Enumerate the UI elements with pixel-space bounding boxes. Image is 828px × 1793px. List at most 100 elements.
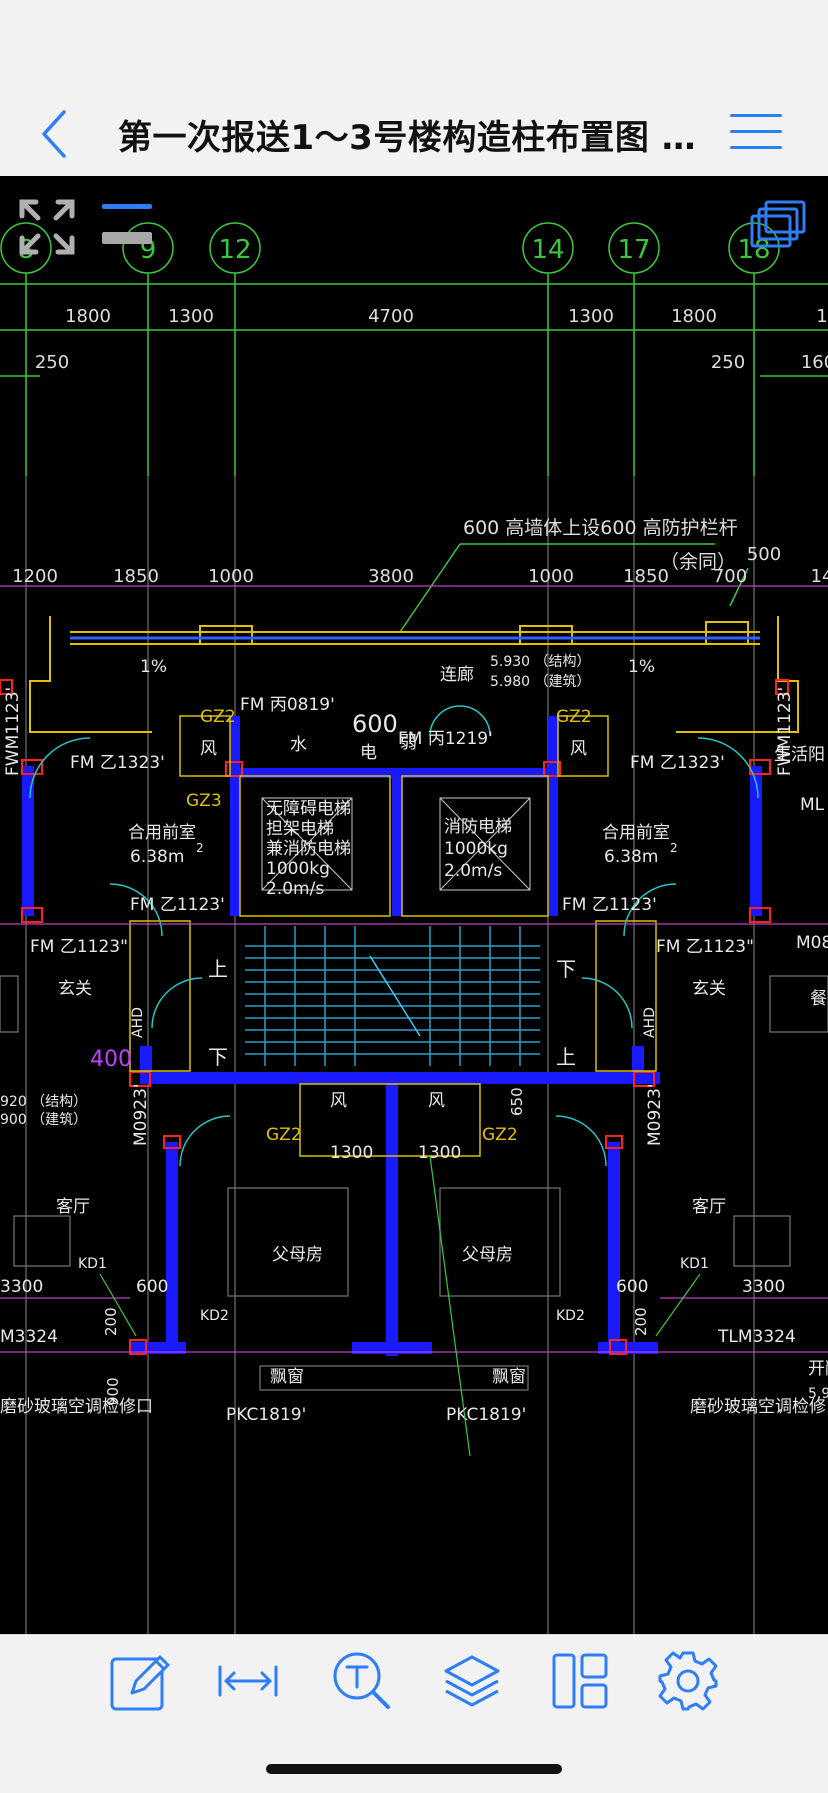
- door-label: FM 乙1123': [130, 895, 225, 915]
- dimension-text: 1300: [168, 306, 214, 327]
- tag-label: KD2: [556, 1308, 585, 1324]
- rail-note: 600 高墙体上设600 高防护栏杆: [463, 517, 738, 539]
- door-label: FWM1123': [3, 687, 23, 776]
- hamburger-menu-icon: [730, 114, 782, 117]
- window-label: TLM3324: [717, 1327, 796, 1347]
- room-name: 合用前室: [602, 823, 670, 843]
- dimension-text: 1300: [568, 306, 614, 327]
- dimension-text: 14: [811, 566, 828, 587]
- elevator-text: 2.0m/s: [444, 861, 502, 881]
- shaft-label: 弱: [400, 733, 417, 753]
- room-name: 合用前室: [128, 823, 196, 843]
- stacked-pages-icon: [750, 200, 806, 248]
- elevation-struct: 920 （结构）: [0, 1094, 87, 1110]
- column-label: GZ2: [556, 707, 592, 727]
- dimension-text: 1000: [528, 566, 574, 587]
- stair-label: 下: [208, 1045, 228, 1069]
- window-label: PKC1819': [446, 1405, 526, 1425]
- note-text: 开敞: [808, 1359, 828, 1379]
- settings-gear-icon: [658, 1651, 718, 1711]
- shaft-label: 风: [428, 1091, 445, 1111]
- room-area: 6.38m: [604, 847, 658, 867]
- tag-label: KD1: [78, 1256, 107, 1272]
- stair-label: 上: [556, 1045, 576, 1069]
- measure-distance-icon: [218, 1665, 278, 1697]
- tag-label: KD1: [680, 1256, 709, 1272]
- tag-label: KD2: [200, 1308, 229, 1324]
- dimension-text: 1200: [12, 566, 58, 587]
- column-label: GZ2: [200, 707, 236, 727]
- room-name: 客厅: [56, 1197, 90, 1217]
- dim-label: 400: [90, 1047, 132, 1072]
- room-name: 父母房: [462, 1245, 513, 1265]
- slope-label: 1%: [140, 657, 167, 677]
- dim-label: 1300: [330, 1143, 373, 1163]
- settings-button[interactable]: [656, 1649, 720, 1713]
- edit-pencil-icon: [110, 1655, 170, 1711]
- slope-label: 1%: [628, 657, 655, 677]
- dimension-text: 1850: [623, 566, 669, 587]
- room-area: 6.38m: [130, 847, 184, 867]
- chevron-left-icon: [42, 110, 66, 158]
- cad-drawing-canvas[interactable]: 8 9 12 14 17 18 1800 1300 4700 1300 1800…: [0, 176, 828, 1634]
- stair-label: 上: [208, 957, 228, 981]
- dimension-text: 1000: [208, 566, 254, 587]
- layers-button[interactable]: [440, 1649, 504, 1713]
- top-navigation-bar: 第一次报送1～3号楼构造柱布置图 -...: [0, 0, 828, 176]
- expand-arrows-icon: [19, 199, 75, 255]
- room-name: 飘窗: [270, 1367, 304, 1387]
- shaft-label: 风: [200, 739, 217, 759]
- column-label: GZ2: [266, 1125, 302, 1145]
- edit-tool-button[interactable]: [108, 1649, 172, 1713]
- dimension-text: 1800: [671, 306, 717, 327]
- window-label: PKC1819': [226, 1405, 306, 1425]
- axis-label: 12: [218, 235, 251, 265]
- drawing-title: 第一次报送1～3号楼构造柱布置图 -...: [118, 118, 708, 158]
- room-name: 玄关: [58, 979, 92, 999]
- elevator-text: 2.0m/s: [266, 879, 324, 899]
- menu-button[interactable]: [730, 112, 782, 152]
- fullscreen-button[interactable]: [14, 194, 80, 260]
- layers-icon: [444, 1655, 500, 1707]
- floor-plan-drawing: 8 9 12 14 17 18 1800 1300 4700 1300 1800…: [0, 222, 828, 1634]
- dimension-text: 500: [747, 544, 781, 565]
- axis-label: 14: [531, 235, 564, 265]
- layouts-button[interactable]: [750, 200, 808, 252]
- dim-label: 200: [632, 1307, 650, 1336]
- room-name: ML: [800, 795, 825, 815]
- dimension-text: 1800: [65, 306, 111, 327]
- layout-button[interactable]: [548, 1649, 612, 1713]
- room-name: 餐: [810, 989, 827, 1009]
- elevation-text: 5.9: [808, 1386, 828, 1402]
- shaft-label: 风: [330, 1091, 347, 1111]
- elevator-text: 无障碍电梯: [266, 799, 351, 819]
- door-label: M0923': [131, 1083, 151, 1146]
- room-area-sup: 2: [670, 841, 678, 855]
- room-name: M08: [796, 933, 828, 953]
- stair-label: 下: [556, 957, 576, 981]
- elevator-text: 1000kg: [266, 859, 330, 879]
- dim-label: 1300: [418, 1143, 461, 1163]
- shaft-label: 水: [290, 735, 307, 755]
- dim-label: 600: [352, 710, 398, 738]
- elevator-text: 消防电梯: [444, 817, 512, 837]
- dim-label: 600: [616, 1277, 648, 1297]
- back-button[interactable]: [34, 106, 78, 162]
- measure-tool-button[interactable]: [216, 1649, 280, 1713]
- dim-label: 600: [136, 1277, 168, 1297]
- dim-label: 650: [508, 1087, 526, 1116]
- device-label: AHD: [130, 1007, 146, 1038]
- door-label: FM 丙0819': [240, 695, 335, 715]
- dimension-text: 160: [801, 352, 828, 373]
- elevator-text: 担架电梯: [266, 819, 334, 839]
- device-label: AHD: [642, 1007, 658, 1038]
- zoom-slider[interactable]: [100, 202, 156, 252]
- elevation-arch: 900 （建筑）: [0, 1112, 87, 1128]
- door-label: M0923': [645, 1083, 665, 1146]
- door-label: FM 乙1323': [630, 753, 725, 773]
- home-indicator[interactable]: [266, 1764, 562, 1774]
- dimension-text: 1850: [113, 566, 159, 587]
- text-search-button[interactable]: [330, 1649, 394, 1713]
- elevation-struct: 5.930 （结构）: [490, 654, 591, 670]
- layout-panels-icon: [552, 1653, 608, 1709]
